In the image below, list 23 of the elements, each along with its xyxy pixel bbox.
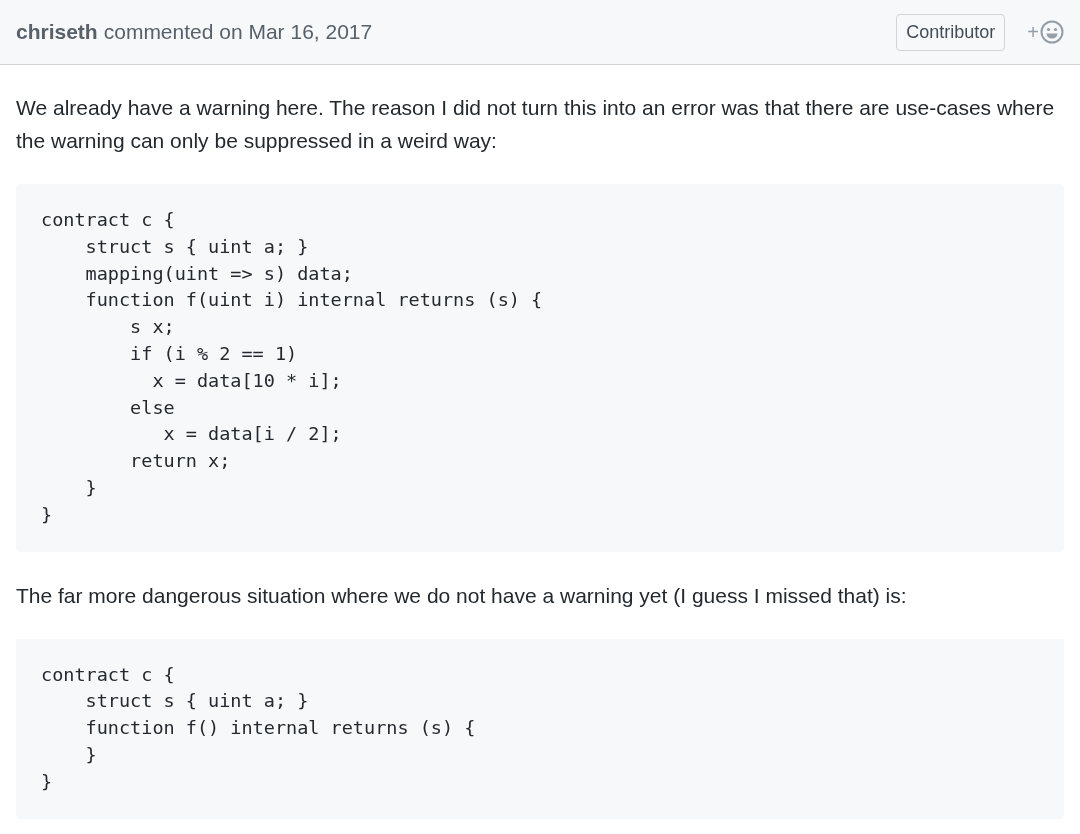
code-line: }: [41, 769, 53, 794]
code-line: x = data[i / 2];: [162, 422, 342, 447]
code-line: s x;: [129, 315, 175, 340]
comment-paragraph: The far more dangerous situation where we do not have a warning yet (I guess I missed that) is:: [16, 582, 908, 609]
code-line: struct s { uint a; }: [84, 689, 309, 714]
code-line: }: [84, 742, 97, 767]
code-line: function f(uint i) internal returns (s) {: [84, 288, 543, 313]
comment-author[interactable]: chriseth: [16, 16, 98, 48]
code-line: struct s { uint a; }: [84, 234, 309, 259]
code-line: }: [41, 502, 53, 527]
comment-meta: commented on Mar 16, 2017: [103, 19, 373, 46]
code-line: contract c {: [41, 662, 175, 687]
code-line: return x;: [129, 449, 231, 474]
code-line: function f() internal returns (s) {: [84, 716, 476, 741]
code-line: contract c {: [41, 208, 175, 232]
smiley-icon: [1040, 20, 1064, 44]
code-line: mapping(uint => s) data;: [84, 261, 353, 286]
comment-paragraph: We already have a warning here. The reason I did not turn this into an error was that there are use-cases where the warning can only be suppressed in a weird way:: [16, 95, 1056, 154]
code-line: }: [84, 475, 97, 500]
code-line: else: [129, 395, 175, 420]
code-line: x = data[10 * i];: [151, 368, 342, 393]
contributor-badge: Contributor: [896, 13, 1006, 51]
code-line: if (i % 2 == 1): [129, 342, 298, 366]
